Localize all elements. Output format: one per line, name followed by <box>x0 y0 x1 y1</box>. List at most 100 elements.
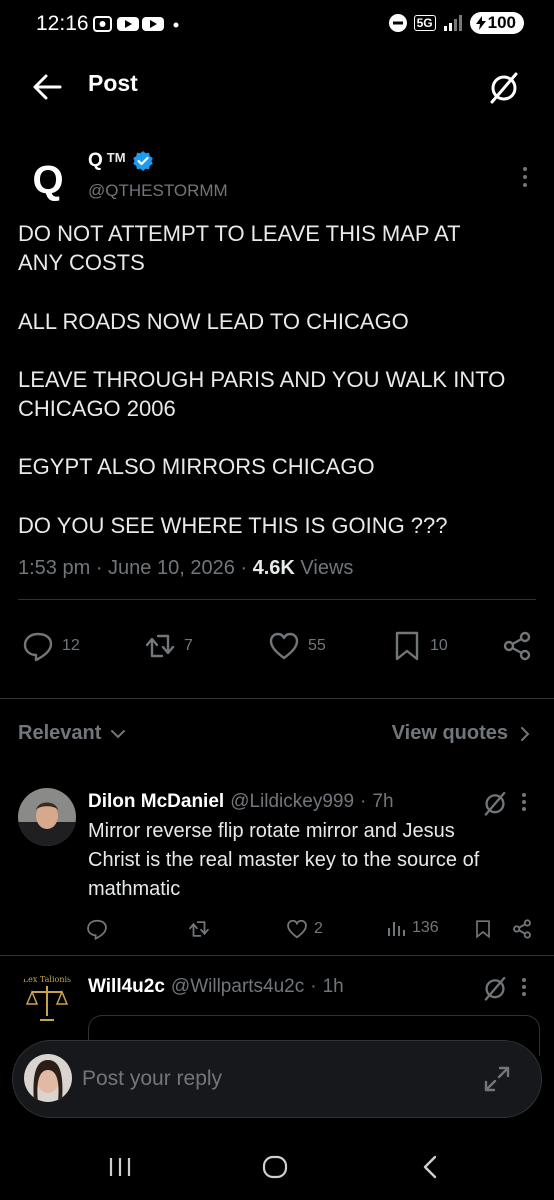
battery-indicator: 100 <box>469 12 524 34</box>
chevron-left-icon <box>423 1155 437 1179</box>
repost-icon <box>189 921 209 937</box>
reply-repost-button[interactable] <box>188 918 210 940</box>
view-quotes-label: View quotes <box>391 722 508 744</box>
reply-author-name[interactable]: Will4u2c <box>88 976 165 998</box>
share-icon <box>513 919 531 939</box>
recent-apps-icon <box>109 1158 131 1176</box>
system-navigation-bar <box>0 1130 554 1200</box>
post-text-line: DO NOT ATTEMPT TO LEAVE THIS MAP AT <box>18 221 461 246</box>
view-quotes-button[interactable]: View quotes <box>392 722 532 745</box>
like-count: 55 <box>308 637 326 654</box>
status-right-icons: 5G 100 <box>388 12 524 34</box>
grok-icon <box>484 791 506 816</box>
post-time: 1:53 pm <box>18 557 91 579</box>
reply-separator: · <box>310 976 317 997</box>
more-vertical-icon <box>523 167 527 187</box>
post-text-line: ALL ROADS NOW LEAD TO CHICAGO <box>18 309 409 334</box>
avatar[interactable] <box>18 788 76 846</box>
heart-icon <box>287 919 307 939</box>
user-avatar-image <box>18 788 76 846</box>
author-handle[interactable]: @QTHESTORMM <box>88 181 228 201</box>
avatar[interactable]: Lex Talionis <box>18 968 76 1026</box>
reply-time: 1h <box>322 976 344 997</box>
more-options-button[interactable] <box>520 792 528 812</box>
repost-button[interactable]: 7 <box>144 630 193 662</box>
bookmark-icon <box>476 920 490 939</box>
avatar-lettering: Lex Talionis <box>23 975 71 984</box>
grok-button[interactable] <box>482 975 508 1001</box>
reply-views-button[interactable]: 136 <box>386 918 439 938</box>
repost-count: 7 <box>184 637 193 654</box>
post-text-line: DO YOU SEE WHERE THIS IS GOING ??? <box>18 513 448 538</box>
page-title: Post <box>88 70 138 96</box>
author-name[interactable]: Q TM <box>88 150 154 172</box>
reply-text-line: Mirror reverse flip rotate mirror and Je… <box>88 820 455 842</box>
views-count: 4.6K <box>252 557 295 579</box>
bookmark-icon <box>395 631 419 661</box>
scales-of-justice-icon: Lex Talionis <box>23 975 71 1021</box>
more-options-button[interactable] <box>520 977 528 997</box>
reply-header: Will4u2c @Willparts4u2c · 1h <box>88 976 344 998</box>
views-label[interactable]: Views <box>300 557 353 579</box>
bookmark-count: 10 <box>430 637 448 654</box>
reply-input-placeholder[interactable]: Post your reply <box>82 1067 222 1091</box>
post-text-line: ANY COSTS <box>18 250 145 275</box>
author-avatar[interactable]: Q <box>18 150 78 210</box>
expand-composer-button[interactable] <box>482 1064 512 1094</box>
reply-share-button[interactable] <box>512 918 532 940</box>
repost-icon <box>145 634 175 658</box>
post-date: June 10, 2026 <box>108 557 235 579</box>
more-vertical-icon <box>522 793 526 811</box>
chevron-down-icon <box>111 729 126 738</box>
grok-icon <box>484 976 506 1001</box>
status-time: 12:16 <box>36 12 89 35</box>
reply-bookmark-button[interactable] <box>474 918 492 940</box>
reply-text-line: mathmatic <box>88 878 181 900</box>
reply-like-button[interactable]: 2 <box>286 918 323 940</box>
battery-level: 100 <box>487 13 516 32</box>
post-meta: 1:53 pm · June 10, 2026 · 4.6K Views <box>18 557 354 579</box>
reply-author-handle[interactable]: @Lildickey999 <box>230 791 354 813</box>
network-label: 5G <box>413 15 436 31</box>
back-button[interactable] <box>30 70 64 104</box>
more-vertical-icon <box>522 978 526 996</box>
charging-icon <box>475 16 486 30</box>
home-button[interactable] <box>262 1154 288 1180</box>
post-text-line: LEAVE THROUGH PARIS AND YOU WALK INTO <box>18 367 506 392</box>
share-button[interactable] <box>502 630 532 662</box>
signal-icon <box>443 15 462 31</box>
sort-replies-button[interactable]: Relevant <box>18 722 127 745</box>
bookmark-button[interactable]: 10 <box>392 630 448 662</box>
expand-icon <box>484 1066 510 1092</box>
divider <box>0 955 554 956</box>
post-text-line: EGYPT ALSO MIRRORS CHICAGO <box>18 454 375 479</box>
author-name-text: Q <box>88 150 103 171</box>
home-icon <box>262 1155 288 1179</box>
recent-apps-button[interactable] <box>108 1156 132 1178</box>
reply-like-count: 2 <box>314 920 323 937</box>
grok-button[interactable] <box>488 70 520 104</box>
sort-label: Relevant <box>18 722 102 744</box>
reply-button[interactable]: 12 <box>22 630 80 662</box>
back-nav-button[interactable] <box>420 1154 440 1180</box>
more-options-button[interactable] <box>520 166 530 188</box>
reply-author-handle[interactable]: @Willparts4u2c <box>171 976 304 998</box>
reply-text-line: Christ is the real master key to the sou… <box>88 849 480 871</box>
like-button[interactable]: 55 <box>268 630 326 662</box>
grok-button[interactable] <box>482 790 508 816</box>
avatar <box>24 1054 72 1102</box>
verified-badge-icon <box>132 151 153 171</box>
chevron-right-icon <box>521 726 530 741</box>
dnd-icon <box>388 14 407 32</box>
grok-icon <box>490 72 518 104</box>
reply-header: Dilon McDaniel @Lildickey999 · 7h <box>88 791 394 813</box>
post-text-line: CHICAGO 2006 <box>18 396 176 421</box>
views-chart-icon <box>388 922 405 936</box>
reply-author-name[interactable]: Dilon McDaniel <box>88 791 224 813</box>
heart-icon <box>269 632 299 660</box>
reply-icon <box>87 919 107 940</box>
reply-reply-button[interactable] <box>86 918 108 940</box>
reply-count: 12 <box>62 637 80 654</box>
share-icon <box>503 631 531 661</box>
divider <box>0 698 554 699</box>
